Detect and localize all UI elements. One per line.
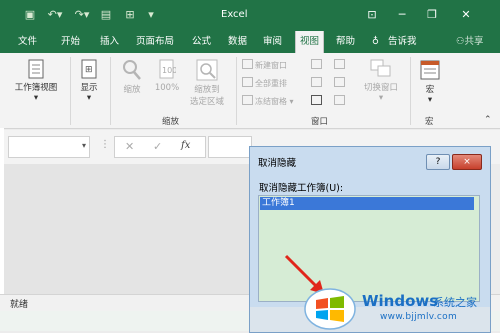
freeze-panes-icon bbox=[242, 95, 253, 105]
chevron-down-icon: ▾ bbox=[378, 93, 384, 103]
switch-windows-button[interactable]: 切换窗口 ▾ bbox=[356, 59, 406, 103]
share-button[interactable]: ⚇共享 bbox=[452, 31, 488, 53]
share-icon: ⚇ bbox=[456, 36, 465, 47]
enter-icon[interactable]: ✓ bbox=[153, 140, 162, 153]
dialog-title: 取消隐藏 bbox=[258, 158, 297, 169]
zoom-100-button[interactable]: 100 100% bbox=[151, 59, 183, 93]
magnifier-icon bbox=[123, 60, 141, 80]
tab-review[interactable]: 审阅 bbox=[259, 31, 286, 53]
app-title: Excel bbox=[221, 9, 248, 20]
help-button[interactable]: ? bbox=[426, 154, 450, 170]
ribbon-display-icon[interactable]: ⊡ bbox=[362, 6, 382, 24]
unhide-icon bbox=[311, 95, 322, 105]
chevron-down-icon: ▾ bbox=[86, 93, 92, 103]
divider bbox=[110, 57, 111, 125]
divider bbox=[70, 57, 71, 125]
reset-position-button[interactable] bbox=[334, 95, 347, 106]
chevron-down-icon[interactable]: ▾ bbox=[82, 141, 86, 150]
collapse-ribbon-icon[interactable]: ⌃ bbox=[484, 115, 492, 125]
close-button[interactable]: × bbox=[452, 154, 482, 170]
zoom-selection-icon bbox=[196, 59, 218, 81]
workbook-views-button[interactable]: 工作簿视图 ▾ bbox=[8, 59, 64, 103]
grip-icon: ⋮ bbox=[100, 139, 110, 150]
status-ready: 就绪 bbox=[10, 300, 29, 310]
arrange-all-icon bbox=[242, 77, 253, 87]
hide-button[interactable] bbox=[311, 77, 324, 88]
tab-page-layout[interactable]: 页面布局 bbox=[132, 31, 178, 53]
group-label-window: 窗口 bbox=[311, 117, 329, 127]
list-item[interactable]: 工作簿1 bbox=[260, 197, 474, 210]
group-label-zoom: 缩放 bbox=[162, 117, 180, 127]
switch-windows-icon bbox=[370, 59, 391, 77]
split-button[interactable] bbox=[311, 59, 324, 70]
tell-me-icon[interactable]: ♁ bbox=[368, 31, 383, 53]
tab-formulas[interactable]: 公式 bbox=[188, 31, 215, 53]
chevron-down-icon: ▾ bbox=[287, 97, 294, 106]
svg-text:⊞: ⊞ bbox=[85, 65, 93, 75]
arrange-all-button[interactable]: 全部重排 bbox=[242, 77, 287, 89]
reset-position-icon bbox=[334, 95, 345, 105]
watermark: Windows 系统之家 www.bjjmlv.com bbox=[300, 288, 500, 331]
formula-input[interactable] bbox=[208, 136, 252, 158]
group-label-macros: 宏 bbox=[425, 117, 434, 127]
sync-scroll-icon bbox=[334, 77, 345, 87]
workbook-views-icon bbox=[28, 59, 44, 79]
save-icon[interactable]: ▣ bbox=[24, 9, 36, 21]
worksheet-area bbox=[4, 164, 250, 294]
unhide-button[interactable] bbox=[311, 95, 324, 106]
view-side-by-side-button[interactable] bbox=[334, 59, 347, 70]
name-box[interactable]: ▾ bbox=[8, 136, 90, 158]
windows-logo-icon bbox=[304, 288, 356, 330]
watermark-cn: 系统之家 bbox=[433, 296, 477, 309]
show-icon: ⊞ bbox=[81, 59, 97, 79]
ribbon: 工作簿视图 ▾ ⊞ 显示 ▾ 缩放 100 100% 缩放到 选定区域 缩放 新建窗口… bbox=[0, 53, 500, 129]
undo-icon[interactable]: ↶▾ bbox=[45, 9, 65, 21]
chevron-down-icon: ▾ bbox=[33, 93, 39, 103]
formula-buttons: ✕ ✓ fx bbox=[114, 136, 206, 158]
macros-button[interactable]: 宏 ▾ bbox=[416, 59, 444, 105]
watermark-brand: Windows bbox=[362, 292, 439, 310]
close-icon[interactable]: ✕ bbox=[456, 6, 476, 24]
zoom-100-icon: 100 bbox=[159, 59, 176, 79]
watermark-url: www.bjjmlv.com bbox=[380, 312, 458, 322]
hide-icon bbox=[311, 77, 322, 87]
minimize-icon[interactable]: ─ bbox=[392, 6, 412, 24]
new-window-icon bbox=[242, 59, 253, 69]
svg-text:100: 100 bbox=[162, 66, 176, 75]
table-icon[interactable]: ⊞ bbox=[124, 9, 136, 21]
cancel-icon[interactable]: ✕ bbox=[125, 140, 134, 153]
restore-icon[interactable]: ❐ bbox=[422, 6, 442, 24]
tab-file[interactable]: 文件 bbox=[14, 31, 41, 53]
tab-help[interactable]: 帮助 bbox=[332, 31, 359, 53]
macro-icon bbox=[420, 60, 440, 80]
show-button[interactable]: ⊞ 显示 ▾ bbox=[74, 59, 104, 103]
new-window-button[interactable]: 新建窗口 bbox=[242, 59, 287, 71]
sync-scroll-button[interactable] bbox=[334, 77, 347, 88]
tab-tell-me[interactable]: 告诉我 bbox=[384, 31, 421, 53]
divider bbox=[236, 57, 237, 125]
chevron-down-icon: ▾ bbox=[427, 95, 433, 105]
title-bar: ▣ ↶▾ ↷▾ ▤ ⊞ ▾ Excel ⊡ ─ ❐ ✕ bbox=[0, 0, 500, 31]
tab-insert[interactable]: 插入 bbox=[96, 31, 123, 53]
form-icon[interactable]: ▤ bbox=[100, 9, 112, 21]
customize-icon[interactable]: ▾ bbox=[145, 9, 157, 21]
ribbon-tabs: 文件 开始 插入 页面布局 公式 数据 审阅 视图 帮助 ♁ 告诉我 ⚇共享 bbox=[0, 31, 500, 53]
redo-icon[interactable]: ↷▾ bbox=[72, 9, 92, 21]
tab-view[interactable]: 视图 bbox=[295, 31, 325, 53]
freeze-panes-button[interactable]: 冻结窗格 ▾ bbox=[242, 95, 294, 107]
side-by-side-icon bbox=[334, 59, 345, 69]
zoom-to-selection-button[interactable]: 缩放到 选定区域 bbox=[185, 59, 229, 107]
split-icon bbox=[311, 59, 322, 69]
zoom-button[interactable]: 缩放 bbox=[116, 59, 148, 95]
tab-home[interactable]: 开始 bbox=[57, 31, 84, 53]
divider bbox=[410, 57, 411, 125]
insert-function-icon[interactable]: fx bbox=[181, 140, 190, 151]
unhide-workbook-label: 取消隐藏工作簿(U): bbox=[259, 183, 344, 194]
tab-data[interactable]: 数据 bbox=[224, 31, 251, 53]
